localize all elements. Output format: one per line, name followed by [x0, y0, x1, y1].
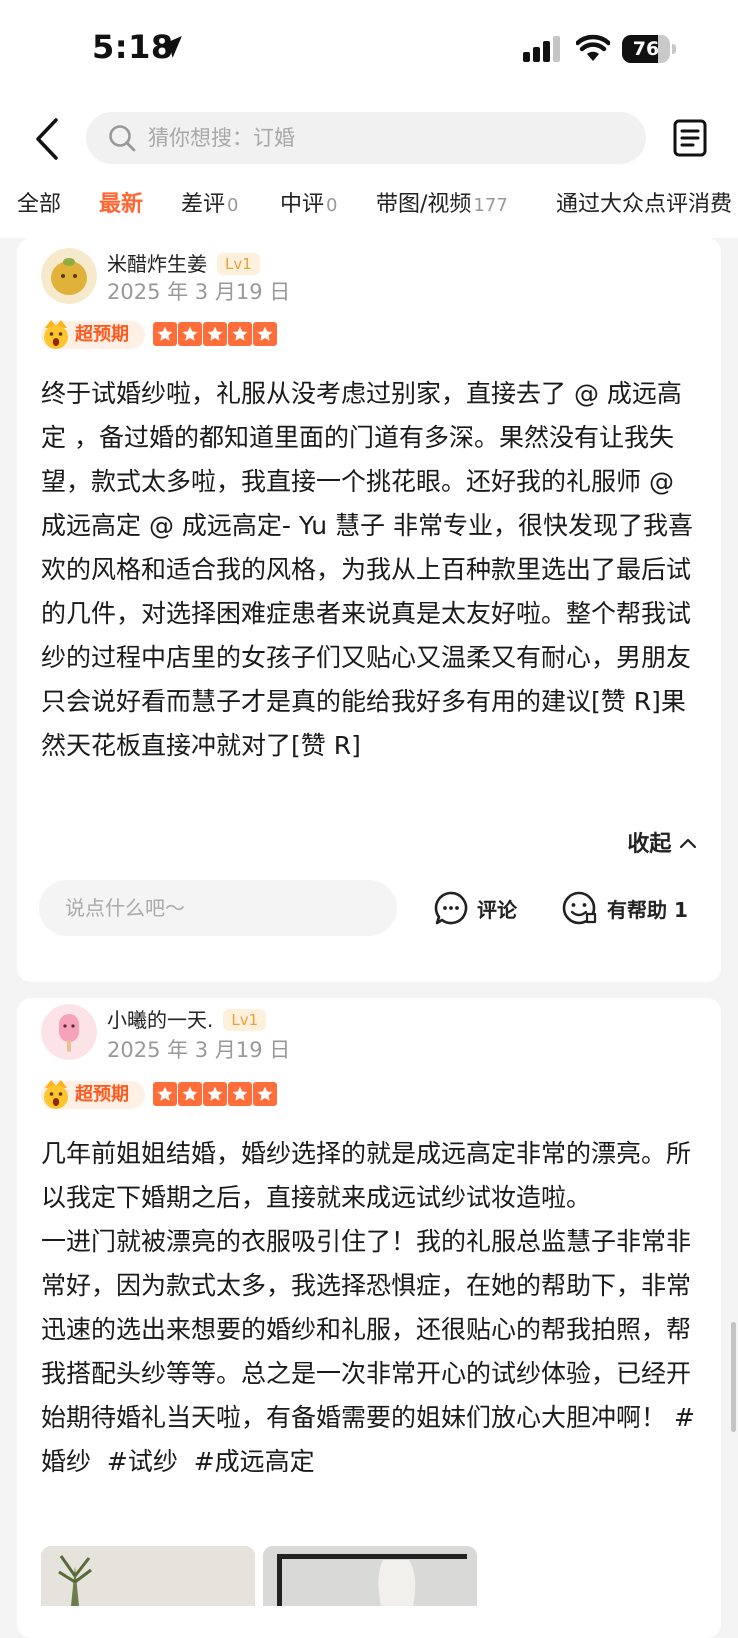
tab-count: 0	[326, 195, 338, 216]
tab-photo-video[interactable]: 带图/视频 177	[376, 186, 508, 218]
header: 猜你想搜：订婚 全部 最新 差评 0 中评 0 带图/视频 177 通过大众点评消费	[0, 100, 738, 238]
avatar-image	[41, 1004, 97, 1060]
comment-button[interactable]: 评论	[433, 888, 517, 928]
plant-photo-image	[41, 1546, 255, 1606]
status-bar: 5:18 76	[0, 0, 738, 100]
helpful-label: 有帮助 1	[607, 897, 688, 922]
tab-count: 177	[473, 195, 508, 216]
tab-verified-purchase[interactable]: 通过大众点评消费	[556, 186, 732, 218]
review-text: 几年前姐姐结婚，婚纱选择的就是成远高定非常的漂亮。所以我定下婚期之后，直接就来成…	[41, 1139, 695, 1476]
back-arrow-icon[interactable]	[30, 114, 66, 164]
star-icon	[178, 1082, 202, 1106]
badge-text: 超预期	[75, 1084, 129, 1105]
battery-icon: 76	[622, 35, 676, 63]
tab-neutral[interactable]: 中评 0	[280, 186, 337, 218]
star-icon	[203, 322, 227, 346]
search-icon	[109, 125, 136, 152]
review-photo[interactable]	[41, 1546, 255, 1606]
comment-input[interactable]: 说点什么吧～	[39, 880, 397, 936]
tab-count: 0	[227, 195, 239, 216]
level-badge: Lv1	[223, 1009, 267, 1031]
star-icon	[153, 1082, 177, 1106]
badge-text: 超预期	[75, 324, 129, 345]
wifi-icon	[576, 34, 610, 61]
tab-label: 差评	[181, 192, 226, 217]
username-text: 小曦的一天.	[107, 1008, 214, 1032]
helpful-button[interactable]: 有帮助 1	[561, 888, 688, 928]
star-icon	[228, 1082, 252, 1106]
surprised-emoji-icon	[44, 1080, 68, 1109]
star-icon	[203, 1082, 227, 1106]
dress-rack-photo-image	[263, 1546, 477, 1606]
cellular-signal-icon	[523, 36, 560, 62]
location-arrow-icon	[160, 36, 182, 58]
collapse-button[interactable]: 收起	[627, 826, 697, 858]
username[interactable]: 米醋炸生姜 Lv1	[107, 248, 260, 277]
star-icon	[153, 322, 177, 346]
surprised-emoji-icon	[44, 320, 68, 349]
review-photo[interactable]	[263, 1546, 477, 1606]
review-date: 2025 年 3 月19 日	[107, 1038, 291, 1062]
exceeds-expectation-badge: 超预期	[41, 320, 145, 349]
tab-negative[interactable]: 差评 0	[181, 186, 238, 218]
avatar[interactable]	[41, 248, 97, 304]
tab-label: 带图/视频	[376, 192, 472, 217]
review-text: 终于试婚纱啦，礼服从没考虑过别家，直接去了 @ 成远高定 ，备过婚的都知道里面的…	[41, 379, 694, 760]
battery-percentage: 76	[632, 38, 660, 60]
notes-icon[interactable]	[672, 118, 708, 158]
avatar-image	[41, 248, 97, 304]
level-badge: Lv1	[217, 253, 260, 275]
filter-tabs: 全部 最新 差评 0 中评 0 带图/视频 177 通过大众点评消费	[0, 182, 738, 228]
tab-label: 最新	[99, 192, 144, 217]
star-icon	[253, 322, 277, 346]
tab-all[interactable]: 全部	[17, 186, 61, 218]
review-card: 小曦的一天. Lv1 2025 年 3 月19 日 超预期 几年前姐姐结婚，婚纱选…	[17, 998, 721, 1638]
star-rating	[153, 322, 277, 346]
tab-label: 通过大众点评消费	[556, 192, 733, 217]
star-icon	[228, 322, 252, 346]
collapse-label: 收起	[627, 832, 672, 857]
tab-latest[interactable]: 最新	[99, 186, 143, 218]
comment-icon	[434, 891, 468, 925]
tab-label: 中评	[280, 192, 325, 217]
search-placeholder: 猜你想搜：订婚	[148, 126, 295, 150]
username-text: 米醋炸生姜	[107, 252, 207, 276]
exceeds-expectation-badge: 超预期	[41, 1080, 145, 1109]
review-date: 2025 年 3 月19 日	[107, 280, 291, 304]
chevron-up-icon	[679, 838, 697, 849]
star-icon	[253, 1082, 277, 1106]
tab-label: 全部	[17, 192, 62, 217]
search-bar[interactable]: 猜你想搜：订婚	[86, 112, 646, 164]
comment-placeholder: 说点什么吧～	[65, 896, 185, 920]
review-card: 米醋炸生姜 Lv1 2025 年 3 月19 日 超预期 终于试婚纱啦，礼服从没考…	[17, 238, 721, 982]
star-icon	[178, 322, 202, 346]
comment-label: 评论	[477, 897, 517, 922]
scrollbar[interactable]	[731, 1322, 736, 1432]
star-rating	[153, 1082, 277, 1106]
username[interactable]: 小曦的一天. Lv1	[107, 1004, 267, 1033]
avatar[interactable]	[41, 1004, 97, 1060]
helpful-smile-icon	[562, 891, 597, 925]
